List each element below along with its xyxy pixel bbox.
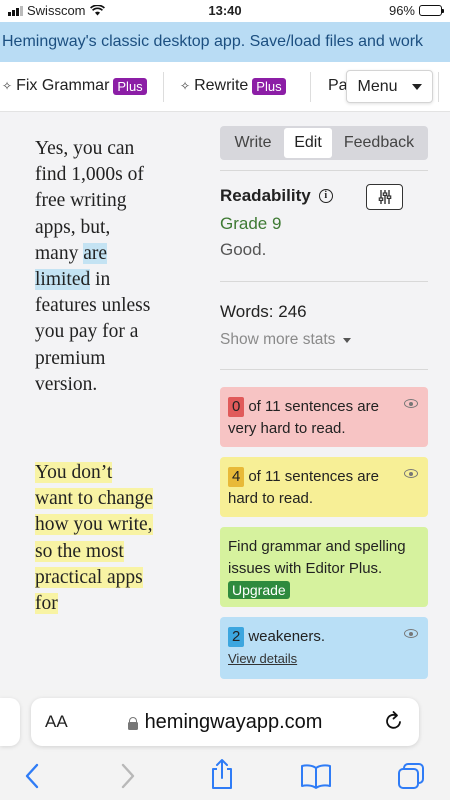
back-icon[interactable] (22, 762, 42, 790)
chevron-down-icon (411, 83, 422, 90)
sparkle-icon: ✧ (2, 79, 13, 93)
url-display: hemingwayapp.com (31, 711, 419, 734)
rewrite-button[interactable]: ✧ Rewrite Plus (180, 77, 286, 95)
hard-sentence-highlight[interactable]: You don’t want to change how you write, … (35, 462, 154, 615)
battery-icon (419, 5, 444, 16)
browser-bottom-bar: AA hemingwayapp.com (0, 690, 450, 800)
upgrade-button[interactable]: Upgrade (228, 581, 290, 599)
card-text: Find grammar and spelling issues with Ed… (228, 538, 406, 577)
caret-down-icon (343, 337, 352, 343)
forward-icon[interactable] (118, 762, 138, 790)
view-details-link[interactable]: View details (228, 651, 297, 666)
fix-grammar-button[interactable]: ✧ Fix Grammar Plus (2, 77, 147, 95)
divider (220, 281, 428, 282)
card-text: weakeners. (248, 628, 326, 645)
plus-badge: Plus (113, 77, 147, 95)
banner-text: Hemingway's classic desktop app. Save/lo… (2, 33, 424, 50)
menu-button[interactable]: Menu (346, 70, 433, 103)
lock-icon (127, 716, 138, 730)
show-more-stats-toggle[interactable]: Show more stats (220, 331, 352, 349)
menu-label: Menu (357, 77, 398, 95)
url-text: hemingwayapp.com (144, 711, 323, 733)
rewrite-label: Rewrite (194, 77, 249, 94)
word-count: Words: 246 (220, 302, 307, 321)
previous-tab-preview[interactable] (0, 698, 20, 746)
clock: 13:40 (208, 3, 242, 18)
readability-heading: Readability i (220, 186, 333, 206)
card-text: of 11 sentences are hard to read. (228, 468, 379, 507)
status-bar: Swisscom 13:40 96% (0, 0, 450, 22)
partial-label: Pa (328, 77, 348, 94)
address-bar[interactable]: AA hemingwayapp.com (31, 698, 419, 746)
hard-sentences-card[interactable]: 4 of 11 sentences are hard to read. (220, 457, 428, 517)
plus-badge: Plus (252, 77, 286, 95)
very-hard-sentences-card[interactable]: 0 of 11 sentences are very hard to read. (220, 387, 428, 447)
grade-comment: Good. (220, 240, 267, 259)
paragraph: You don’t want to change how you write, … (35, 460, 155, 617)
battery-percent: 96% (388, 3, 415, 18)
count-badge: 4 (228, 467, 245, 487)
bookmarks-icon[interactable] (300, 762, 332, 790)
sliders-icon (378, 190, 391, 204)
tab-write[interactable]: Write (222, 128, 284, 158)
toolbar-divider (438, 72, 439, 102)
readability-settings-button[interactable] (366, 184, 403, 210)
sparkle-icon: ✧ (180, 79, 191, 93)
show-more-stats-label: Show more stats (220, 331, 336, 348)
share-icon[interactable] (209, 758, 235, 790)
toolbar-divider (163, 72, 164, 102)
weakeners-card[interactable]: 2 weakeners. View details (220, 617, 428, 679)
divider (220, 369, 428, 370)
eye-icon[interactable] (404, 399, 418, 408)
count-badge: 2 (228, 627, 245, 647)
grade-level: Grade 9 (220, 214, 282, 233)
count-badge: 0 (228, 397, 245, 417)
fix-grammar-label: Fix Grammar (16, 77, 110, 94)
stats-panel: Write Edit Feedback (220, 126, 428, 160)
promo-banner[interactable]: Hemingway's classic desktop app. Save/lo… (0, 22, 450, 62)
browser-nav-row (0, 758, 450, 796)
eye-icon[interactable] (404, 469, 418, 478)
editor-text-area[interactable]: Yes, you can find 1,000s of free writing… (35, 136, 155, 690)
tab-feedback[interactable]: Feedback (332, 128, 426, 158)
partial-toolbar-item[interactable]: Pa (328, 77, 348, 95)
eye-icon[interactable] (404, 629, 418, 638)
info-icon[interactable]: i (318, 189, 333, 203)
grammar-upsell-card: Find grammar and spelling issues with Ed… (220, 527, 428, 607)
tab-edit[interactable]: Edit (284, 128, 332, 158)
reload-icon[interactable] (383, 710, 405, 732)
divider (220, 170, 428, 171)
paragraph: Yes, you can find 1,000s of free writing… (35, 136, 155, 398)
card-text: of 11 sentences are very hard to read. (228, 398, 379, 437)
editor-toolbar: ✧ Fix Grammar Plus ✧ Rewrite Plus Pa Men… (0, 62, 450, 112)
tabs-icon[interactable] (396, 762, 426, 790)
toolbar-divider (310, 72, 311, 102)
readability-label: Readability (220, 186, 311, 205)
battery-group: 96% (388, 3, 444, 18)
mode-tabs: Write Edit Feedback (220, 126, 428, 160)
